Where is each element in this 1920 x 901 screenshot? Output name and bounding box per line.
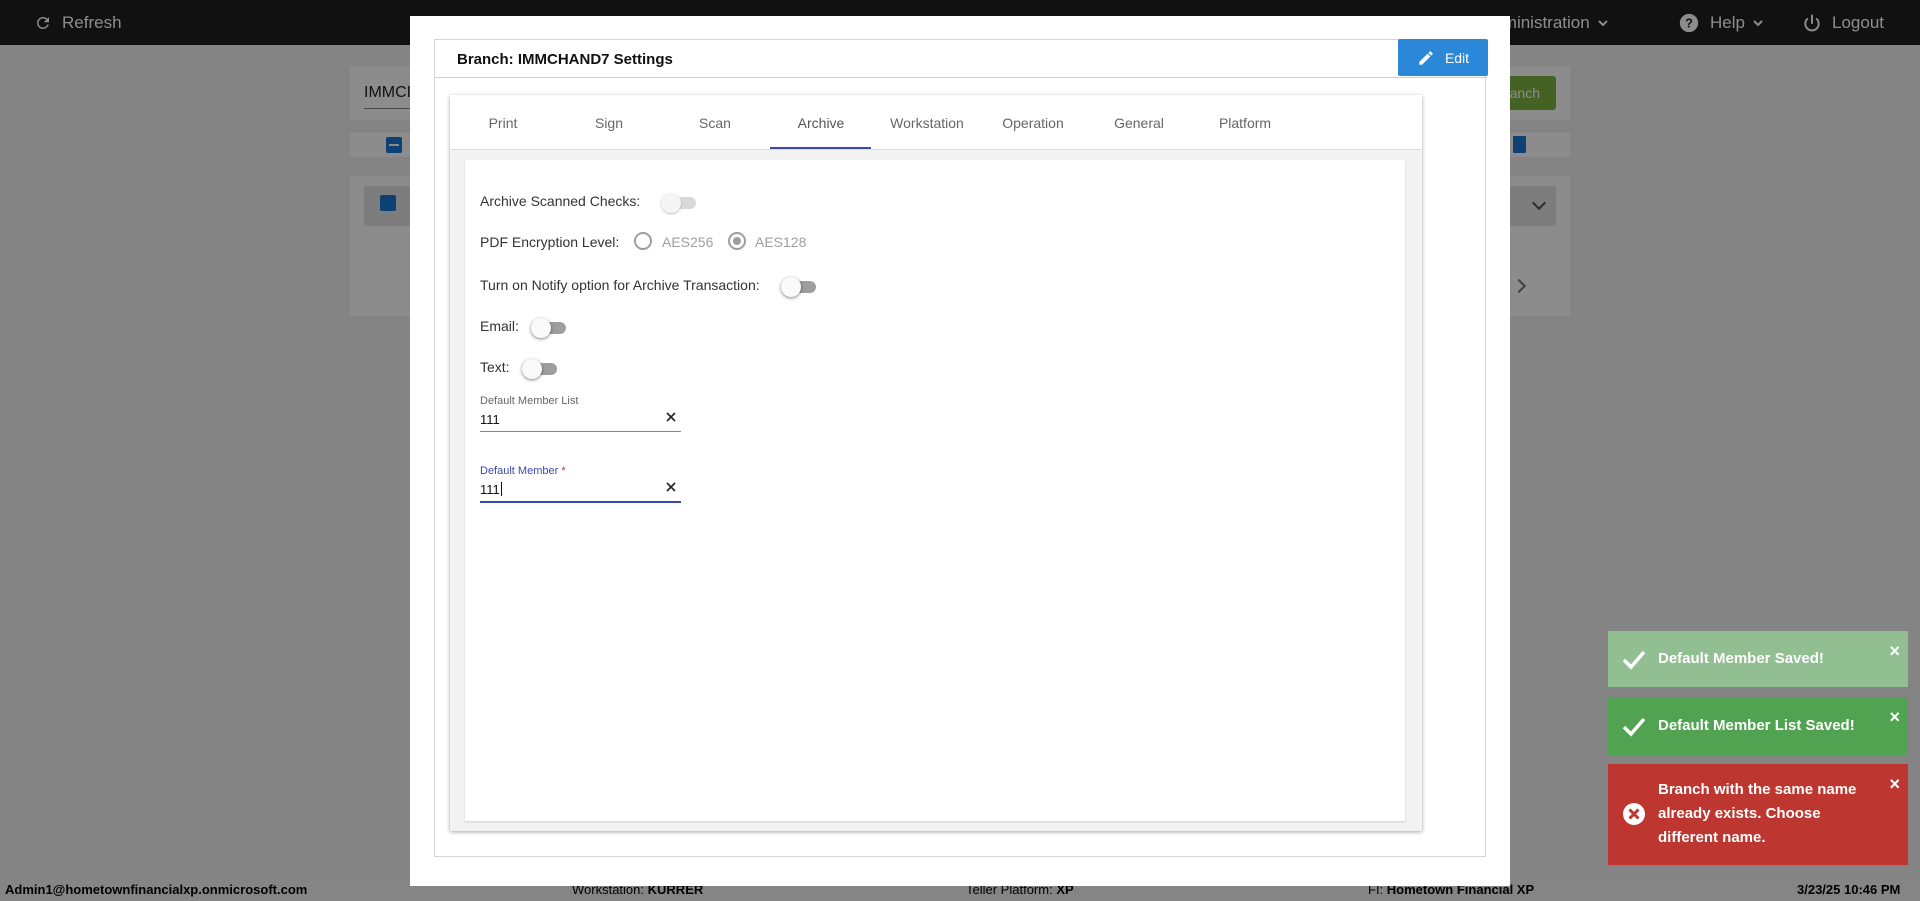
notify-archive-label: Turn on Notify option for Archive Transa…	[480, 277, 760, 293]
toast-message: Default Member Saved!	[1658, 650, 1824, 667]
default-member-list-label: Default Member List	[480, 395, 579, 407]
default-member-field[interactable]: Default Member * 111	[480, 465, 681, 505]
pdf-encryption-label: PDF Encryption Level:	[480, 234, 620, 250]
field-underline	[480, 431, 681, 432]
tab-print[interactable]: Print	[450, 95, 556, 150]
modal-header: Branch: IMMCHAND7 Settings Edit	[435, 39, 1488, 78]
branch-settings-modal: Branch: IMMCHAND7 Settings Edit Print Si…	[410, 16, 1510, 886]
email-label: Email:	[480, 318, 519, 334]
archive-scanned-checks-toggle[interactable]	[661, 193, 701, 213]
toast-branch-name-error: Branch with the same name already exists…	[1608, 764, 1908, 865]
text-toggle[interactable]	[522, 359, 562, 379]
default-member-label-wrap: Default Member *	[480, 465, 566, 477]
default-member-list-field[interactable]: Default Member List 111	[480, 395, 681, 435]
close-icon[interactable]	[665, 481, 677, 493]
aes128-label: AES128	[755, 234, 807, 250]
toggle-thumb	[661, 193, 681, 213]
edit-button[interactable]: Edit	[1398, 39, 1488, 76]
toggle-thumb	[531, 318, 551, 338]
tab-platform[interactable]: Platform	[1192, 95, 1298, 150]
text-cursor	[500, 482, 502, 496]
error-icon	[1623, 803, 1645, 825]
tab-general[interactable]: General	[1086, 95, 1192, 150]
aes128-radio[interactable]	[728, 232, 746, 250]
toggle-thumb	[781, 277, 801, 297]
required-mark: *	[561, 465, 566, 477]
close-icon[interactable]: ×	[1889, 641, 1900, 662]
modal-title: Branch: IMMCHAND7 Settings	[457, 51, 673, 68]
check-icon	[1622, 650, 1646, 670]
notify-archive-toggle[interactable]	[781, 277, 821, 297]
check-icon	[1622, 717, 1646, 737]
email-toggle[interactable]	[531, 318, 571, 338]
tab-sign[interactable]: Sign	[556, 95, 662, 150]
toast-message: Branch with the same name already exists…	[1658, 781, 1857, 846]
default-member-label: Default Member	[480, 465, 559, 477]
toast-message: Default Member List Saved!	[1658, 717, 1855, 734]
settings-tabs: Print Sign Scan Archive Workstation Oper…	[450, 95, 1422, 150]
modal-content: Branch: IMMCHAND7 Settings Edit Print Si…	[434, 39, 1488, 857]
archive-settings-panel: Archive Scanned Checks: PDF Encryption L…	[465, 160, 1405, 821]
aes256-label: AES256	[662, 234, 714, 250]
pencil-icon	[1419, 50, 1433, 65]
tab-operation[interactable]: Operation	[980, 95, 1086, 150]
default-member-list-input[interactable]: 111	[480, 409, 660, 431]
active-tab-indicator	[770, 147, 871, 149]
close-icon[interactable]: ×	[1889, 707, 1900, 728]
default-member-input[interactable]: 111	[480, 479, 660, 501]
tab-archive[interactable]: Archive	[768, 95, 874, 150]
text-label: Text:	[480, 359, 510, 375]
tab-workstation[interactable]: Workstation	[874, 95, 980, 150]
tab-scan[interactable]: Scan	[662, 95, 768, 150]
close-icon[interactable]	[665, 411, 677, 423]
default-member-value: 111	[480, 482, 500, 497]
field-underline	[480, 501, 681, 503]
toast-default-member-saved: Default Member Saved! ×	[1608, 631, 1908, 687]
toggle-thumb	[522, 359, 542, 379]
toast-default-member-list-saved: Default Member List Saved! ×	[1608, 697, 1908, 755]
close-icon[interactable]: ×	[1889, 774, 1900, 795]
archive-scanned-checks-label: Archive Scanned Checks:	[480, 193, 641, 209]
aes256-radio[interactable]	[634, 232, 652, 250]
settings-card: Print Sign Scan Archive Workstation Oper…	[450, 95, 1422, 831]
edit-label: Edit	[1444, 49, 1470, 66]
